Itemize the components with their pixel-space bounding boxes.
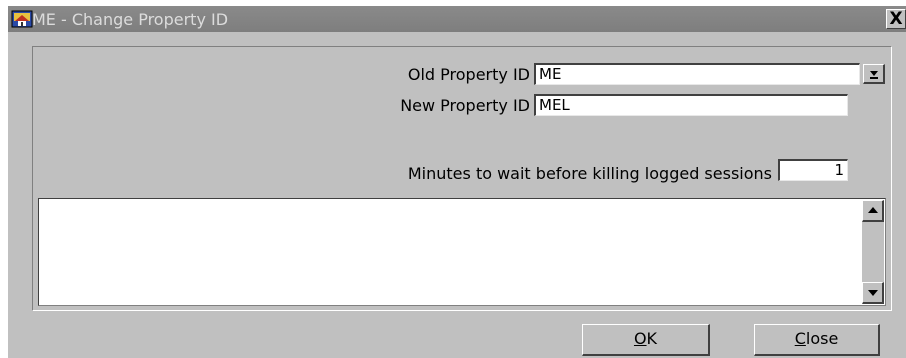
old-property-id-label: Old Property ID: [407, 65, 530, 84]
change-property-dialog: ME - Change Property ID X Old Property I…: [8, 6, 906, 358]
scroll-down-button[interactable]: [862, 282, 884, 304]
minutes-to-wait-field[interactable]: [778, 159, 848, 181]
scroll-up-button[interactable]: [862, 200, 884, 222]
ok-label-rest: K: [646, 329, 658, 348]
close-icon: X: [889, 9, 903, 29]
close-window-button[interactable]: X: [886, 9, 906, 29]
close-label-rest: lose: [805, 329, 839, 348]
ok-mnemonic: O: [633, 329, 647, 348]
scroll-up-arrow-icon: [868, 207, 878, 213]
new-property-id-input[interactable]: [539, 96, 844, 114]
new-property-id-field[interactable]: [534, 94, 848, 116]
old-property-id-input[interactable]: [539, 65, 856, 83]
close-mnemonic: C: [794, 329, 806, 348]
minutes-to-wait-label: Minutes to wait before killing logged se…: [407, 164, 772, 183]
hotel-app-icon: [11, 10, 33, 28]
minutes-to-wait-input[interactable]: [783, 161, 844, 179]
old-property-id-dropdown-button[interactable]: [863, 64, 885, 84]
old-property-id-field[interactable]: [534, 63, 860, 85]
window-title: ME - Change Property ID: [32, 10, 229, 29]
vertical-scrollbar[interactable]: [862, 200, 884, 304]
close-button[interactable]: Close: [754, 324, 880, 356]
dropdown-arrow-icon: [870, 71, 878, 79]
title-bar[interactable]: ME - Change Property ID X: [8, 6, 906, 32]
output-text-area[interactable]: [38, 198, 886, 306]
new-property-id-label: New Property ID: [400, 96, 530, 115]
scroll-down-arrow-icon: [868, 290, 878, 296]
ok-button[interactable]: OK: [582, 324, 710, 356]
